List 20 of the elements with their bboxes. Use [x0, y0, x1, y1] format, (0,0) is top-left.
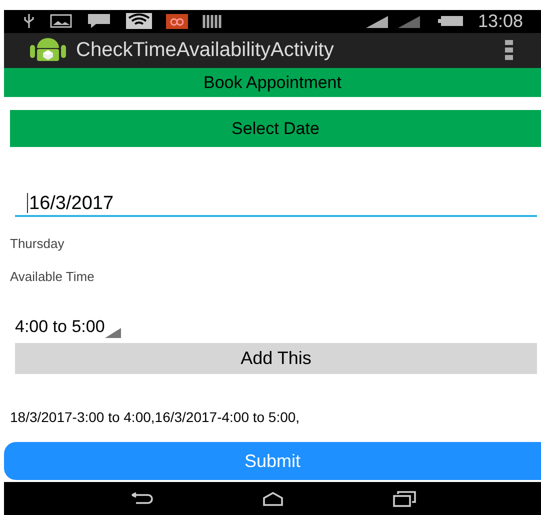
- time-spinner[interactable]: 4:00 to 5:00: [15, 314, 121, 340]
- app-icon: [166, 14, 188, 29]
- home-icon[interactable]: [262, 492, 284, 506]
- usb-icon: [22, 13, 36, 30]
- available-time-label: Available Time: [10, 268, 94, 286]
- add-this-button[interactable]: Add This: [15, 342, 537, 374]
- date-field[interactable]: 16/3/2017: [15, 190, 537, 217]
- wifi-icon: [126, 13, 152, 30]
- select-date-button[interactable]: Select Date: [10, 110, 541, 147]
- overflow-menu-icon[interactable]: [505, 39, 513, 62]
- header-bar: Book Appointment: [4, 68, 541, 98]
- action-bar-title: CheckTimeAvailabilityActivity: [76, 38, 334, 64]
- status-time: 13:08: [478, 10, 523, 33]
- selected-slots-text: 18/3/2017-3:00 to 4:00,16/3/2017-4:00 to 5:00,: [10, 408, 300, 427]
- image-icon: [50, 14, 72, 28]
- battery-icon: [438, 14, 464, 28]
- barcode-icon: [202, 14, 222, 29]
- day-label: Thursday: [10, 234, 64, 253]
- chat-icon: [86, 13, 112, 30]
- recent-apps-icon[interactable]: [392, 490, 417, 507]
